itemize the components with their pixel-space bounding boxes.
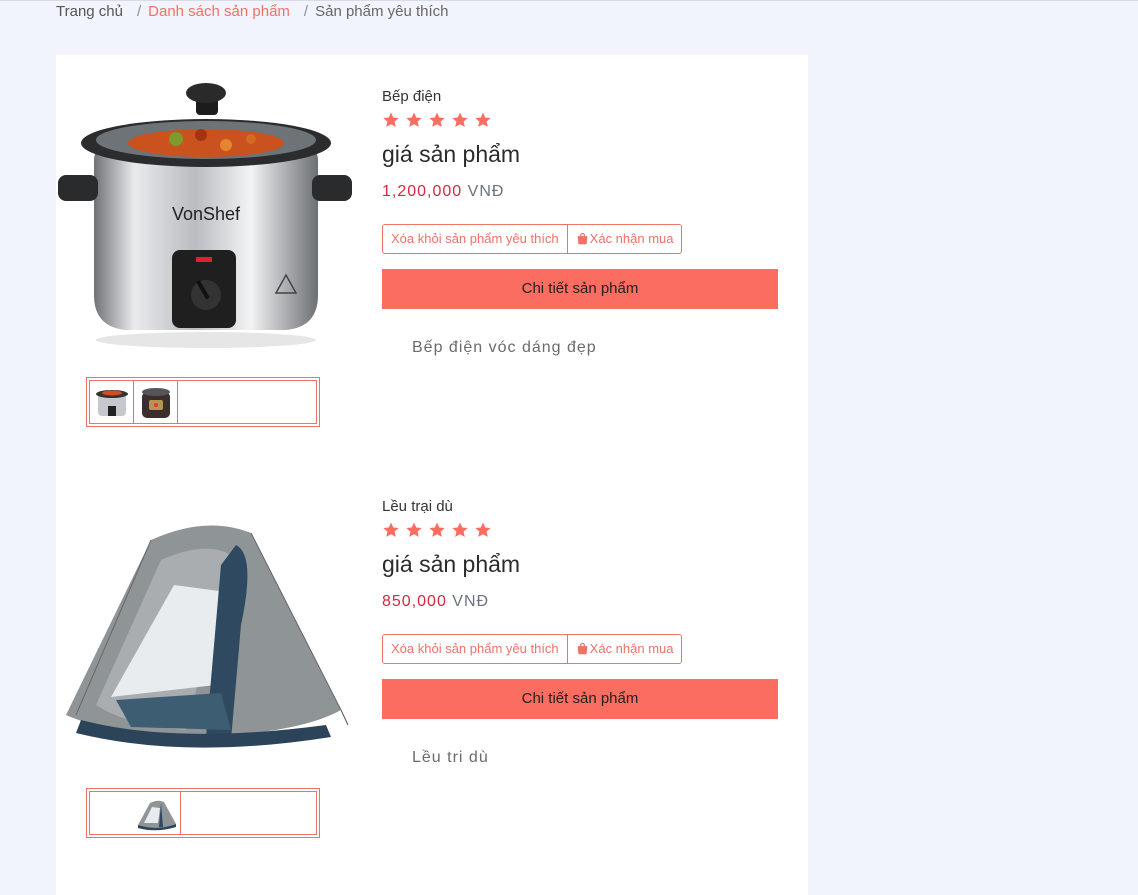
confirm-purchase-button[interactable]: Xác nhận mua bbox=[567, 224, 682, 254]
thumbnail-pressure-cooker[interactable] bbox=[134, 381, 178, 423]
thumbnail-strip bbox=[86, 788, 320, 838]
remove-from-wishlist-button[interactable]: Xóa khỏi sản phẩm yêu thích bbox=[382, 634, 568, 664]
svg-text:VonShef: VonShef bbox=[172, 204, 241, 224]
confirm-purchase-label: Xác nhận mua bbox=[589, 231, 674, 246]
price-label: giá sản phẩm bbox=[382, 141, 521, 167]
product-name[interactable]: Bếp điện bbox=[382, 87, 782, 107]
product-description: Lều tri dù bbox=[412, 749, 489, 766]
product-description: Bếp điện vóc dáng đẹp bbox=[412, 339, 597, 356]
product-detail-button[interactable]: Chi tiết sản phẩm bbox=[382, 269, 778, 309]
star-icon bbox=[475, 522, 491, 537]
product-info: Bếp điện giá sản phẩm 1,200,000 VNĐ Xóa … bbox=[382, 87, 782, 357]
star-icon bbox=[406, 112, 422, 127]
thumbnail-cooker[interactable] bbox=[90, 381, 134, 423]
shopping-bag-icon bbox=[577, 642, 588, 655]
rating-stars bbox=[382, 521, 782, 541]
price-currency: VNĐ bbox=[467, 183, 505, 200]
rating-stars bbox=[382, 111, 782, 131]
top-divider bbox=[0, 0, 1138, 1]
thumbnail-tent[interactable] bbox=[90, 792, 181, 834]
price-amount: 850,000 bbox=[382, 593, 447, 610]
product-image-cooker[interactable]: VonShef bbox=[56, 65, 352, 360]
price-label: giá sản phẩm bbox=[382, 551, 521, 577]
star-icon bbox=[452, 112, 468, 127]
remove-from-wishlist-button[interactable]: Xóa khỏi sản phẩm yêu thích bbox=[382, 224, 568, 254]
product-image-tent[interactable] bbox=[56, 475, 352, 770]
star-icon bbox=[452, 522, 468, 537]
action-buttons: Xóa khỏi sản phẩm yêu thích Xác nhận mua bbox=[382, 224, 782, 254]
price-currency: VNĐ bbox=[452, 593, 490, 610]
star-icon bbox=[383, 112, 399, 127]
confirm-purchase-label: Xác nhận mua bbox=[589, 641, 674, 656]
breadcrumb-current: Sản phẩm yêu thích bbox=[315, 3, 449, 20]
wishlist-item: Lều trại dù giá sản phẩm 850,000 VNĐ Xóa… bbox=[56, 465, 808, 865]
product-detail-button[interactable]: Chi tiết sản phẩm bbox=[382, 679, 778, 719]
star-icon bbox=[429, 522, 445, 537]
breadcrumb-product-list[interactable]: Danh sách sản phẩm bbox=[148, 3, 290, 20]
star-icon bbox=[406, 522, 422, 537]
breadcrumb-home[interactable]: Trang chủ bbox=[56, 3, 123, 20]
star-icon bbox=[475, 112, 491, 127]
star-icon bbox=[383, 522, 399, 537]
thumbnail-strip bbox=[86, 377, 320, 427]
wishlist-item: VonShef Bếp điện giá sản phẩm 1,200,000 … bbox=[56, 55, 808, 455]
wishlist-panel: VonShef Bếp điện giá sản phẩm 1,200,000 … bbox=[56, 55, 808, 895]
product-info: Lều trại dù giá sản phẩm 850,000 VNĐ Xóa… bbox=[382, 497, 782, 767]
star-icon bbox=[429, 112, 445, 127]
breadcrumb-separator: / bbox=[136, 3, 142, 20]
product-price: 850,000 VNĐ bbox=[382, 592, 782, 612]
breadcrumb: Trang chủ / Danh sách sản phẩm / Sản phẩm yê… bbox=[56, 3, 449, 20]
shopping-bag-icon bbox=[577, 232, 588, 245]
product-price: 1,200,000 VNĐ bbox=[382, 182, 782, 202]
price-amount: 1,200,000 bbox=[382, 183, 463, 200]
breadcrumb-separator: / bbox=[303, 3, 309, 20]
product-name[interactable]: Lều trại dù bbox=[382, 497, 782, 517]
action-buttons: Xóa khỏi sản phẩm yêu thích Xác nhận mua bbox=[382, 634, 782, 664]
confirm-purchase-button[interactable]: Xác nhận mua bbox=[567, 634, 682, 664]
